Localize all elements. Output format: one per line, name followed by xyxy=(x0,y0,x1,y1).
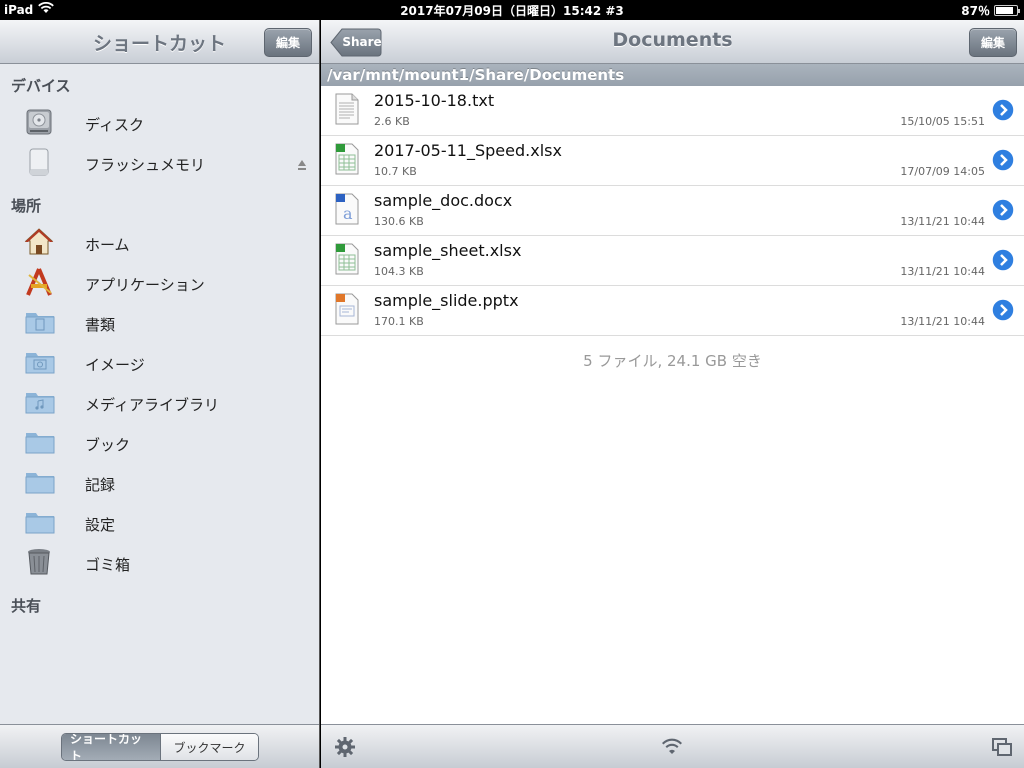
battery-status: 87％ xyxy=(961,2,1020,19)
detail-disclosure-icon[interactable] xyxy=(991,98,1015,122)
sidebar-item-trash[interactable]: ゴミ箱 xyxy=(0,543,319,583)
sidebar-item-label: ゴミ箱 xyxy=(85,556,131,574)
file-date: 13/11/21 10:44 xyxy=(900,215,985,228)
sidebar-item-disk[interactable]: ディスク xyxy=(0,103,319,143)
main-navbar: Share Documents 編集 xyxy=(321,20,1024,64)
applications-icon xyxy=(24,267,54,297)
file-size: 130.6 KB xyxy=(374,215,424,228)
section-header-places: 場所 xyxy=(11,197,42,215)
word-file-icon: a xyxy=(335,193,359,225)
text-file-icon xyxy=(335,93,359,125)
disk-icon xyxy=(24,107,54,137)
home-icon xyxy=(24,227,54,257)
file-row[interactable]: 2015-10-18.txt 2.6 KB 15/10/05 15:51 xyxy=(321,86,1024,136)
status-clock: 2017年07月09日（日曜日）15:42 #3 xyxy=(400,4,624,18)
windows-icon[interactable] xyxy=(990,735,1014,759)
trash-icon xyxy=(24,547,54,577)
documents-folder-icon xyxy=(24,307,55,337)
gear-icon[interactable] xyxy=(333,735,357,759)
records-folder-icon xyxy=(24,467,55,497)
sidebar-item-label: アプリケーション xyxy=(85,276,205,294)
sidebar-item-label: フラッシュメモリ xyxy=(85,156,206,174)
detail-disclosure-icon[interactable] xyxy=(991,298,1015,322)
detail-disclosure-icon[interactable] xyxy=(991,248,1015,272)
sidebar-item-label: 設定 xyxy=(85,516,116,534)
svg-text:a: a xyxy=(343,204,353,223)
file-name: 2015-10-18.txt xyxy=(374,91,495,110)
wifi-sharing-icon[interactable] xyxy=(660,735,684,759)
file-size: 104.3 KB xyxy=(374,265,424,278)
shortcut-bookmark-segmented-control: ショートカット ブックマーク xyxy=(61,733,259,761)
file-date: 17/07/09 14:05 xyxy=(900,165,985,178)
file-size: 2.6 KB xyxy=(374,115,410,128)
sidebar-edit-button[interactable]: 編集 xyxy=(264,28,312,57)
file-name: sample_sheet.xlsx xyxy=(374,241,522,260)
detail-disclosure-icon[interactable] xyxy=(991,148,1015,172)
main-edit-button[interactable]: 編集 xyxy=(969,28,1017,57)
sidebar-item-images[interactable]: イメージ xyxy=(0,343,319,383)
book-folder-icon xyxy=(24,427,55,457)
battery-percent: 87％ xyxy=(961,4,990,18)
main-title: Documents xyxy=(612,29,733,51)
path-bar: /var/mnt/mount1/Share/Documents xyxy=(321,64,1024,86)
presentation-file-icon xyxy=(335,293,359,325)
sidebar-item-label: イメージ xyxy=(85,356,145,374)
file-name: 2017-05-11_Speed.xlsx xyxy=(374,141,562,160)
spreadsheet-file-icon xyxy=(335,143,359,175)
section-header-shared: 共有 xyxy=(11,597,42,615)
sidebar-item-home[interactable]: ホーム xyxy=(0,223,319,263)
file-row[interactable]: 2017-05-11_Speed.xlsx 10.7 KB 17/07/09 1… xyxy=(321,136,1024,186)
flash-memory-icon xyxy=(24,147,54,177)
sidebar: ショートカット 編集 デバイス ディスク フラッシュメモリ 場所 ホーム アプリ… xyxy=(0,20,320,768)
battery-icon xyxy=(994,5,1020,16)
file-row[interactable]: sample_slide.pptx 170.1 KB 13/11/21 10:4… xyxy=(321,286,1024,336)
sidebar-item-flash-memory[interactable]: フラッシュメモリ xyxy=(0,143,319,183)
media-library-folder-icon xyxy=(24,387,55,417)
detail-disclosure-icon[interactable] xyxy=(991,198,1015,222)
main-toolbar xyxy=(321,724,1024,768)
spreadsheet-file-icon xyxy=(335,243,359,275)
file-name: sample_slide.pptx xyxy=(374,291,519,310)
file-row[interactable]: a sample_doc.docx 130.6 KB 13/11/21 10:4… xyxy=(321,186,1024,236)
images-folder-icon xyxy=(24,347,55,377)
sidebar-toolbar: ショートカット ブックマーク xyxy=(0,724,319,768)
sidebar-item-label: メディアライブラリ xyxy=(85,396,219,414)
file-size: 170.1 KB xyxy=(374,315,424,328)
settings-folder-icon xyxy=(24,507,55,537)
status-bar: iPad 2017年07月09日（日曜日）15:42 #3 87％ xyxy=(0,0,1024,20)
sidebar-item-media-library[interactable]: メディアライブラリ xyxy=(0,383,319,423)
file-date: 15/10/05 15:51 xyxy=(900,115,985,128)
file-size: 10.7 KB xyxy=(374,165,417,178)
sidebar-item-documents[interactable]: 書類 xyxy=(0,303,319,343)
file-list: 2015-10-18.txt 2.6 KB 15/10/05 15:51 201… xyxy=(321,86,1024,336)
sidebar-item-settings[interactable]: 設定 xyxy=(0,503,319,543)
sidebar-item-label: 書類 xyxy=(85,316,116,334)
sidebar-item-label: ホーム xyxy=(85,236,130,254)
sidebar-item-label: ブック xyxy=(85,436,131,454)
segment-shortcut[interactable]: ショートカット xyxy=(62,734,160,760)
file-date: 13/11/21 10:44 xyxy=(900,315,985,328)
file-name: sample_doc.docx xyxy=(374,191,513,210)
file-date: 13/11/21 10:44 xyxy=(900,265,985,278)
eject-icon[interactable] xyxy=(297,156,307,170)
sidebar-item-label: ディスク xyxy=(85,116,144,134)
file-row[interactable]: sample_sheet.xlsx 104.3 KB 13/11/21 10:4… xyxy=(321,236,1024,286)
sidebar-navbar: ショートカット 編集 xyxy=(0,20,319,64)
file-count-summary: 5 ファイル, 24.1 GB 空き xyxy=(583,352,762,370)
sidebar-item-book[interactable]: ブック xyxy=(0,423,319,463)
file-browser-pane: Share Documents 編集 /var/mnt/mount1/Share… xyxy=(321,20,1024,768)
sidebar-item-label: 記録 xyxy=(85,476,116,494)
section-header-devices: デバイス xyxy=(11,77,71,95)
sidebar-item-records[interactable]: 記録 xyxy=(0,463,319,503)
segment-bookmark[interactable]: ブックマーク xyxy=(160,734,258,760)
sidebar-item-applications[interactable]: アプリケーション xyxy=(0,263,319,303)
